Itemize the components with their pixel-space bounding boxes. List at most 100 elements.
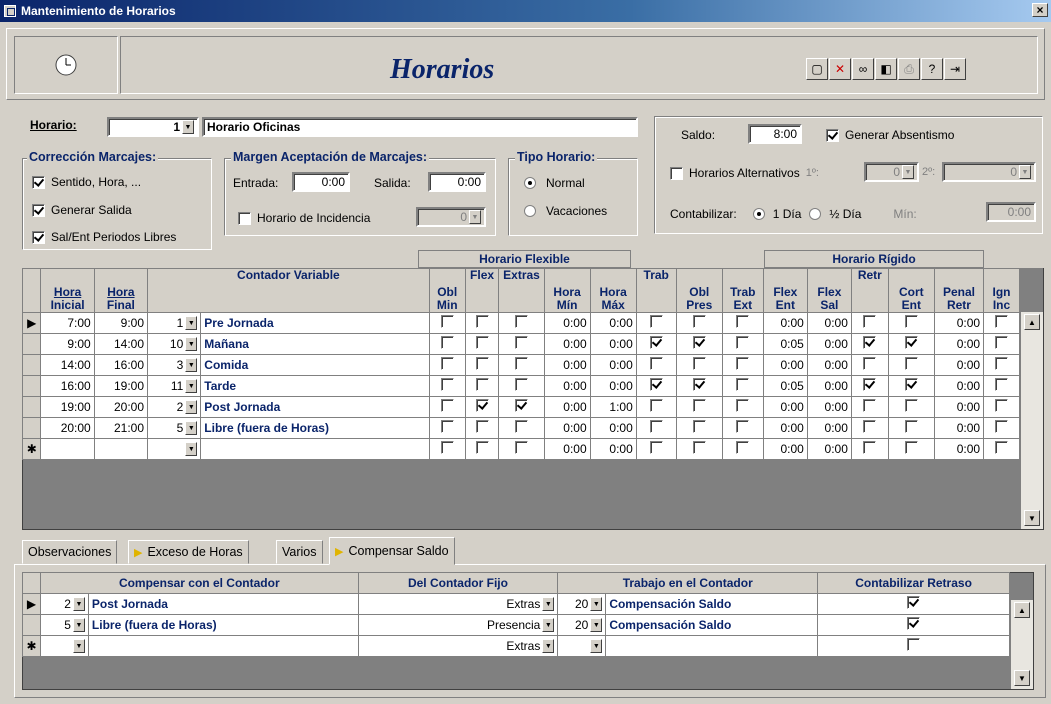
entrada-field[interactable]: 0:00 xyxy=(292,172,350,192)
obl-min-checkbox[interactable] xyxy=(440,441,454,454)
trab-cell[interactable] xyxy=(635,312,677,334)
extras-cell[interactable] xyxy=(498,333,545,355)
trab-checkbox[interactable] xyxy=(649,420,663,433)
cort-ent-cell[interactable] xyxy=(887,438,935,460)
trab-cell[interactable] xyxy=(635,417,677,439)
trab-checkbox[interactable] xyxy=(649,441,663,454)
preview-icon[interactable]: ◧ xyxy=(875,58,897,80)
retraso-cell[interactable] xyxy=(817,593,1010,615)
close-button[interactable]: × xyxy=(1032,3,1048,17)
chevron-down-icon[interactable]: ▼ xyxy=(590,618,603,632)
chevron-down-icon[interactable]: ▼ xyxy=(182,120,194,134)
trab-cell[interactable] xyxy=(635,438,677,460)
hora-inicial-cell[interactable]: 19:00 xyxy=(40,396,95,418)
extras-checkbox[interactable] xyxy=(514,441,528,454)
obl-min-cell[interactable] xyxy=(428,438,466,460)
obl-pres-checkbox[interactable] xyxy=(692,378,706,391)
obl-pres-cell[interactable] xyxy=(675,354,723,376)
trab-cell[interactable] xyxy=(635,354,677,376)
ign-inc-cell[interactable] xyxy=(983,375,1020,397)
cort-ent-cell[interactable] xyxy=(887,312,935,334)
trab-checkbox[interactable] xyxy=(649,315,663,328)
cort-ent-checkbox[interactable] xyxy=(904,315,918,328)
fijo-cell[interactable]: Extras ▼ xyxy=(357,593,559,615)
contador-name-cell[interactable]: Comida xyxy=(200,354,430,376)
cort-ent-cell[interactable] xyxy=(887,333,935,355)
contador-name-cell[interactable]: Post Jornada xyxy=(200,396,430,418)
table-row[interactable]: 19:00 20:00 2 ▼ Post Jornada 0:00 1:00 0:00 0:00… xyxy=(21,396,1020,418)
horario-name-field[interactable]: Horario Oficinas xyxy=(202,117,638,137)
obl-pres-checkbox[interactable] xyxy=(692,441,706,454)
contador-name-cell[interactable]: Tarde xyxy=(200,375,430,397)
row-selector[interactable] xyxy=(21,417,42,439)
trab-ext-checkbox[interactable] xyxy=(736,378,750,391)
cort-ent-checkbox[interactable] xyxy=(904,378,918,391)
obl-pres-checkbox[interactable] xyxy=(692,399,706,412)
contador-num-cell[interactable]: 5 ▼ xyxy=(146,417,202,439)
flex-checkbox[interactable] xyxy=(475,315,489,328)
obl-pres-checkbox[interactable] xyxy=(692,336,706,349)
compensar-name-cell[interactable]: Post Jornada xyxy=(87,593,359,615)
min-field[interactable]: 0:00 xyxy=(986,202,1036,222)
trab-checkbox[interactable] xyxy=(649,378,663,391)
trabajo-num-cell[interactable]: ▼ xyxy=(557,635,607,657)
table-row[interactable]: 20:00 21:00 5 ▼ Libre (fuera de Horas) 0:00 0:… xyxy=(21,417,1020,439)
obl-min-cell[interactable] xyxy=(428,333,466,355)
exit-icon[interactable]: ⇥ xyxy=(944,58,966,80)
fijo-cell[interactable]: Extras ▼ xyxy=(357,635,559,657)
tab-compensar-saldo[interactable]: ▶ Compensar Saldo xyxy=(329,537,455,565)
flex-sal-cell[interactable]: 0:00 xyxy=(806,312,852,334)
row-selector[interactable]: ▶ xyxy=(22,593,41,615)
contador-name-cell[interactable] xyxy=(200,438,430,460)
flex-ent-cell[interactable]: 0:00 xyxy=(762,354,808,376)
hora-final-cell[interactable]: 19:00 xyxy=(93,375,149,397)
scroll-down-icon[interactable]: ▼ xyxy=(1024,510,1040,526)
penal-retr-cell[interactable]: 0:00 xyxy=(933,354,985,376)
extras-checkbox[interactable] xyxy=(514,378,528,391)
flex-cell[interactable] xyxy=(464,396,500,418)
generar-salida-checkbox[interactable] xyxy=(32,203,45,217)
chevron-down-icon[interactable]: ▼ xyxy=(185,442,198,456)
ign-inc-cell[interactable] xyxy=(983,333,1020,355)
hora-max-cell[interactable]: 0:00 xyxy=(589,375,637,397)
ign-inc-checkbox[interactable] xyxy=(995,441,1009,454)
radio-normal[interactable] xyxy=(524,177,536,189)
retraso-checkbox[interactable] xyxy=(907,617,921,630)
flex-ent-cell[interactable]: 0:05 xyxy=(762,375,808,397)
chevron-down-icon[interactable]: ▼ xyxy=(185,358,198,372)
salida-field[interactable]: 0:00 xyxy=(428,172,486,192)
contador-num-cell[interactable]: 2 ▼ xyxy=(146,396,202,418)
hora-max-cell[interactable]: 0:00 xyxy=(589,417,637,439)
main-scrollbar[interactable]: ▲ ▼ xyxy=(1020,312,1043,529)
chevron-down-icon[interactable]: ▼ xyxy=(542,639,555,653)
ign-inc-cell[interactable] xyxy=(983,438,1020,460)
table-row[interactable]: 5 ▼ Libre (fuera de Horas) Presencia ▼ 20 ▼ Com… xyxy=(22,614,1010,636)
obl-min-cell[interactable] xyxy=(428,354,466,376)
compensar-num-cell[interactable]: ▼ xyxy=(39,635,89,657)
ign-inc-checkbox[interactable] xyxy=(995,315,1009,328)
flex-sal-cell[interactable]: 0:00 xyxy=(806,396,852,418)
trabajo-num-cell[interactable]: 20 ▼ xyxy=(557,614,607,636)
chevron-down-icon[interactable]: ▼ xyxy=(185,400,198,414)
chevron-down-icon[interactable]: ▼ xyxy=(542,597,555,611)
flex-checkbox[interactable] xyxy=(475,441,489,454)
trabajo-name-cell[interactable]: Compensación Saldo xyxy=(605,614,819,636)
trab-ext-checkbox[interactable] xyxy=(736,315,750,328)
obl-min-checkbox[interactable] xyxy=(440,378,454,391)
chevron-down-icon[interactable]: ▼ xyxy=(185,421,198,435)
row-selector[interactable]: ▶ xyxy=(21,312,42,334)
help-icon[interactable]: ? xyxy=(921,58,943,80)
hora-min-cell[interactable]: 0:00 xyxy=(543,375,591,397)
retraso-cell[interactable] xyxy=(817,635,1010,657)
table-row[interactable]: 9:00 14:00 10 ▼ Mañana 0:00 0:00 0:05 0:00 0:00 xyxy=(21,333,1020,355)
retraso-checkbox[interactable] xyxy=(907,596,921,609)
penal-retr-cell[interactable]: 0:00 xyxy=(933,396,985,418)
obl-min-checkbox[interactable] xyxy=(440,315,454,328)
chevron-down-icon[interactable]: ▼ xyxy=(72,618,85,632)
trab-cell[interactable] xyxy=(635,375,677,397)
hora-min-cell[interactable]: 0:00 xyxy=(543,333,591,355)
tab-varios[interactable]: Varios xyxy=(276,540,323,564)
ign-inc-cell[interactable] xyxy=(983,417,1020,439)
hora-max-cell[interactable]: 0:00 xyxy=(589,354,637,376)
extras-checkbox[interactable] xyxy=(514,420,528,433)
